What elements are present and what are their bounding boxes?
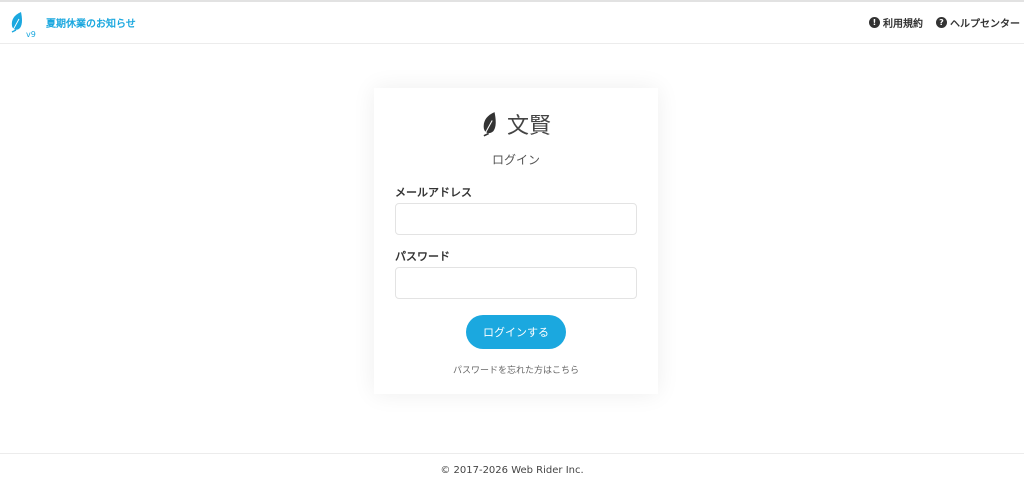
terms-label: 利用規約	[883, 19, 923, 30]
login-title: ログイン	[491, 153, 540, 167]
service-logo: 文賢	[374, 108, 658, 140]
top-header: v9 夏期休業のお知らせ ! 利用規約 ? ヘルプセンター	[0, 2, 1024, 44]
email-label: メールアドレス	[395, 186, 472, 199]
header-links: ! 利用規約 ? ヘルプセンター	[856, 15, 1024, 30]
copyright: © 2017-2026 Web Rider Inc.	[440, 465, 584, 476]
leaf-icon	[483, 112, 496, 137]
login-button[interactable]: ログインする	[466, 315, 566, 349]
notice-link[interactable]: 夏期休業のお知らせ	[46, 15, 136, 30]
password-label: パスワード	[395, 250, 450, 263]
forgot-password-link[interactable]: パスワードを忘れた方はこちら	[374, 363, 658, 376]
brand: v9 夏期休業のお知らせ	[0, 6, 136, 40]
brand-logo[interactable]: v9	[10, 6, 38, 40]
help-center-link[interactable]: ? ヘルプセンター	[936, 15, 1020, 30]
footer: © 2017-2026 Web Rider Inc.	[0, 453, 1024, 487]
email-field[interactable]	[395, 203, 637, 235]
password-field[interactable]	[395, 267, 637, 299]
login-card: 文賢 ログイン メールアドレス パスワード ログインする パスワードを忘れた方は…	[374, 88, 658, 394]
leaf-icon	[11, 11, 22, 33]
logo-text: 文賢	[506, 114, 551, 139]
help-label: ヘルプセンター	[950, 19, 1020, 30]
version-label: v9	[26, 29, 36, 39]
exclamation-circle-icon: !	[869, 17, 880, 28]
question-circle-icon: ?	[936, 17, 947, 28]
terms-link[interactable]: ! 利用規約	[869, 15, 923, 30]
